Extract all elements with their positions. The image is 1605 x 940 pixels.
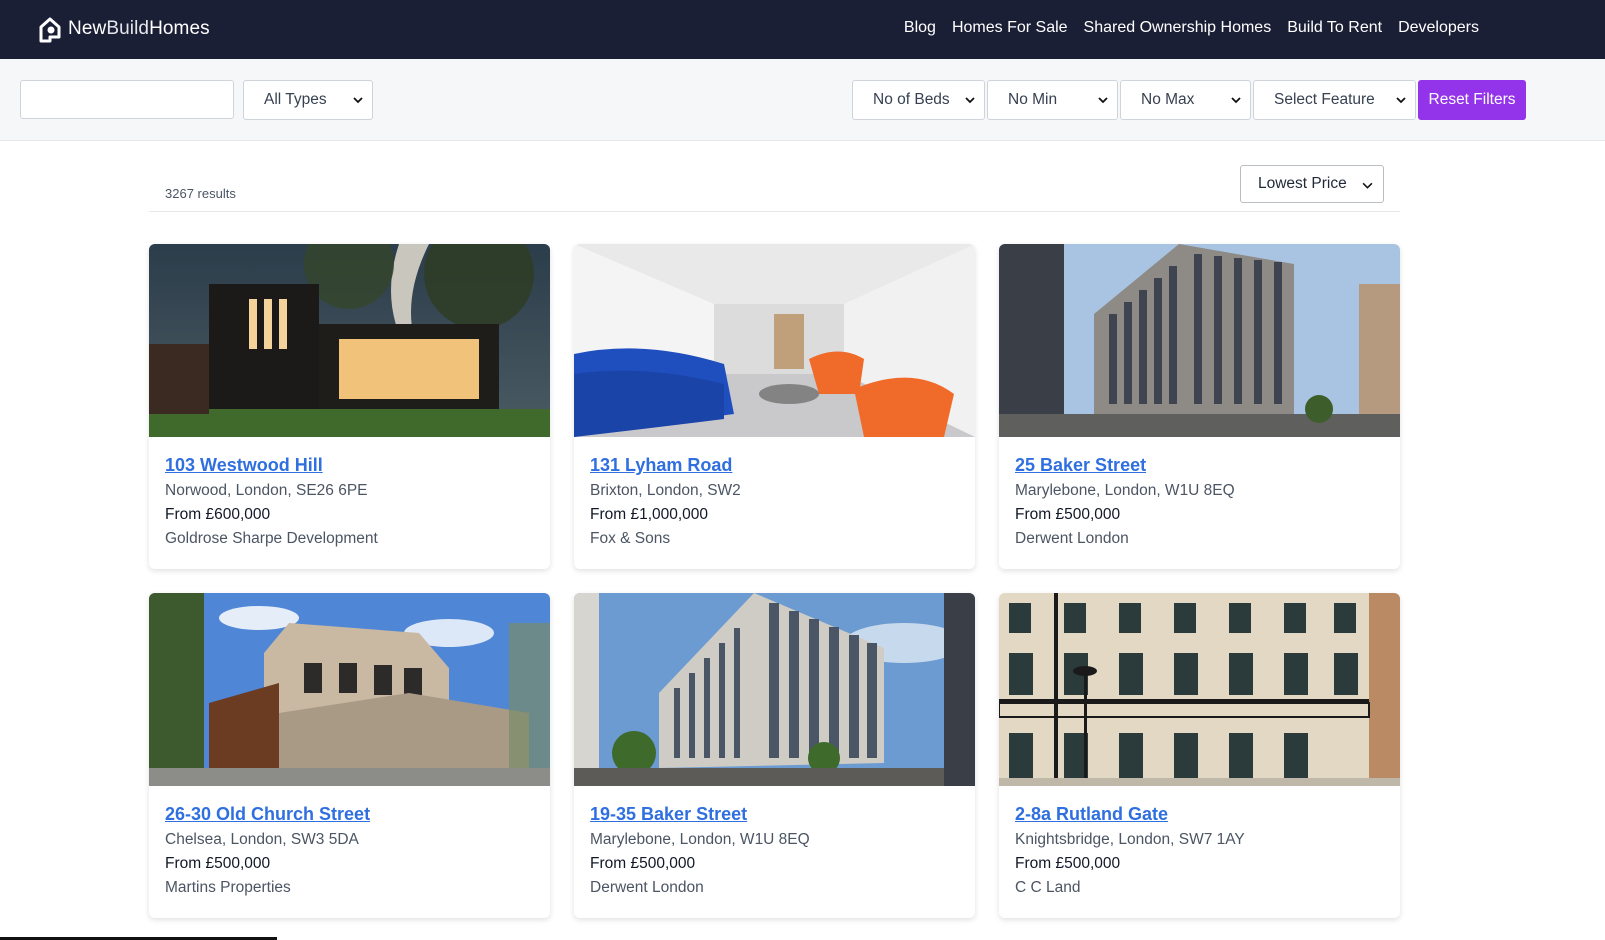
house-logo-icon [39, 17, 61, 43]
listing-location: Marylebone, London, W1U 8EQ [1015, 482, 1235, 499]
max-price-select-value: No Max [1141, 91, 1195, 108]
listing-price: From £500,000 [165, 855, 271, 872]
listing-price: From £500,000 [590, 855, 696, 872]
sort-select-value: Lowest Price [1258, 175, 1347, 192]
listing-location: Chelsea, London, SW3 5DA [165, 831, 359, 848]
interior-living-room-photo [574, 244, 975, 437]
listing-title-link[interactable]: 19-35 Baker Street [590, 804, 747, 825]
listing-card[interactable]: 131 Lyham Road Brixton, London, SW2 From… [574, 244, 975, 569]
feature-select-value: Select Feature [1274, 91, 1375, 108]
reset-filters-button[interactable]: Reset Filters [1418, 80, 1526, 120]
office-block-corner-photo [574, 593, 975, 786]
listing-card[interactable]: 19-35 Baker Street Marylebone, London, W… [574, 593, 975, 918]
modern-house-photo [149, 244, 550, 437]
listing-location: Norwood, London, SE26 6PE [165, 482, 368, 499]
listing-title-link[interactable]: 2-8a Rutland Gate [1015, 804, 1168, 825]
listing-price: From £600,000 [165, 506, 271, 523]
nav-link-build-to-rent[interactable]: Build To Rent [1287, 19, 1382, 37]
listing-card[interactable]: 2-8a Rutland Gate Knightsbridge, London,… [999, 593, 1400, 918]
listing-image[interactable] [999, 593, 1400, 786]
listing-developer: Derwent London [590, 879, 704, 896]
beds-select-value: No of Beds [873, 91, 950, 108]
listing-image[interactable] [574, 244, 975, 437]
sort-select[interactable]: Lowest Price [1240, 165, 1384, 203]
listing-location: Knightsbridge, London, SW7 1AY [1015, 831, 1245, 848]
chevron-down-icon [1396, 97, 1406, 104]
brand-logo[interactable]: NewBuildHomes [38, 15, 210, 43]
listing-image[interactable] [574, 593, 975, 786]
main-nav: Blog Homes For Sale Shared Ownership Hom… [904, 19, 1479, 37]
results-count: 3267 results [165, 186, 236, 201]
chevron-down-icon [1362, 182, 1373, 189]
nav-link-homes-for-sale[interactable]: Homes For Sale [952, 19, 1068, 37]
listing-title-link[interactable]: 103 Westwood Hill [165, 455, 323, 476]
listing-price: From £1,000,000 [590, 506, 709, 523]
listing-location: Marylebone, London, W1U 8EQ [590, 831, 810, 848]
type-select-value: All Types [264, 91, 327, 108]
type-select[interactable]: All Types [243, 80, 373, 120]
listing-card[interactable]: 26-30 Old Church Street Chelsea, London,… [149, 593, 550, 918]
chevron-down-icon [1231, 97, 1241, 104]
max-price-select[interactable]: No Max [1120, 80, 1251, 120]
listing-title-link[interactable]: 25 Baker Street [1015, 455, 1146, 476]
office-block-photo [999, 244, 1400, 437]
listing-card[interactable]: 103 Westwood Hill Norwood, London, SE26 … [149, 244, 550, 569]
brick-townhouses-photo [149, 593, 550, 786]
nav-link-blog[interactable]: Blog [904, 19, 936, 37]
beds-select[interactable]: No of Beds [852, 80, 985, 120]
listing-developer: C C Land [1015, 879, 1081, 896]
nav-link-shared-ownership[interactable]: Shared Ownership Homes [1084, 19, 1272, 37]
listing-developer: Fox & Sons [590, 530, 671, 547]
results-divider [149, 211, 1400, 212]
nav-link-developers[interactable]: Developers [1398, 19, 1479, 37]
brand-name: NewBuildHomes [68, 18, 210, 39]
listing-image[interactable] [149, 593, 550, 786]
listing-price: From £500,000 [1015, 506, 1121, 523]
listing-title-link[interactable]: 26-30 Old Church Street [165, 804, 370, 825]
listing-image[interactable] [999, 244, 1400, 437]
chevron-down-icon [353, 97, 363, 104]
listing-location: Brixton, London, SW2 [590, 482, 741, 499]
min-price-select-value: No Min [1008, 91, 1058, 108]
listing-image[interactable] [149, 244, 550, 437]
listing-developer: Goldrose Sharpe Development [165, 530, 378, 547]
min-price-select[interactable]: No Min [987, 80, 1118, 120]
filter-bar: All Types No of Beds No Min No Max Selec… [0, 59, 1605, 141]
georgian-terrace-photo [999, 593, 1400, 786]
chevron-down-icon [965, 97, 975, 104]
top-navbar: NewBuildHomes Blog Homes For Sale Shared… [0, 0, 1605, 59]
chevron-down-icon [1098, 97, 1108, 104]
listing-price: From £500,000 [1015, 855, 1121, 872]
listing-title-link[interactable]: 131 Lyham Road [590, 455, 732, 476]
feature-select[interactable]: Select Feature [1253, 80, 1416, 120]
search-input[interactable] [20, 80, 234, 119]
listing-developer: Martins Properties [165, 879, 291, 896]
listing-card[interactable]: 25 Baker Street Marylebone, London, W1U … [999, 244, 1400, 569]
listing-developer: Derwent London [1015, 530, 1129, 547]
